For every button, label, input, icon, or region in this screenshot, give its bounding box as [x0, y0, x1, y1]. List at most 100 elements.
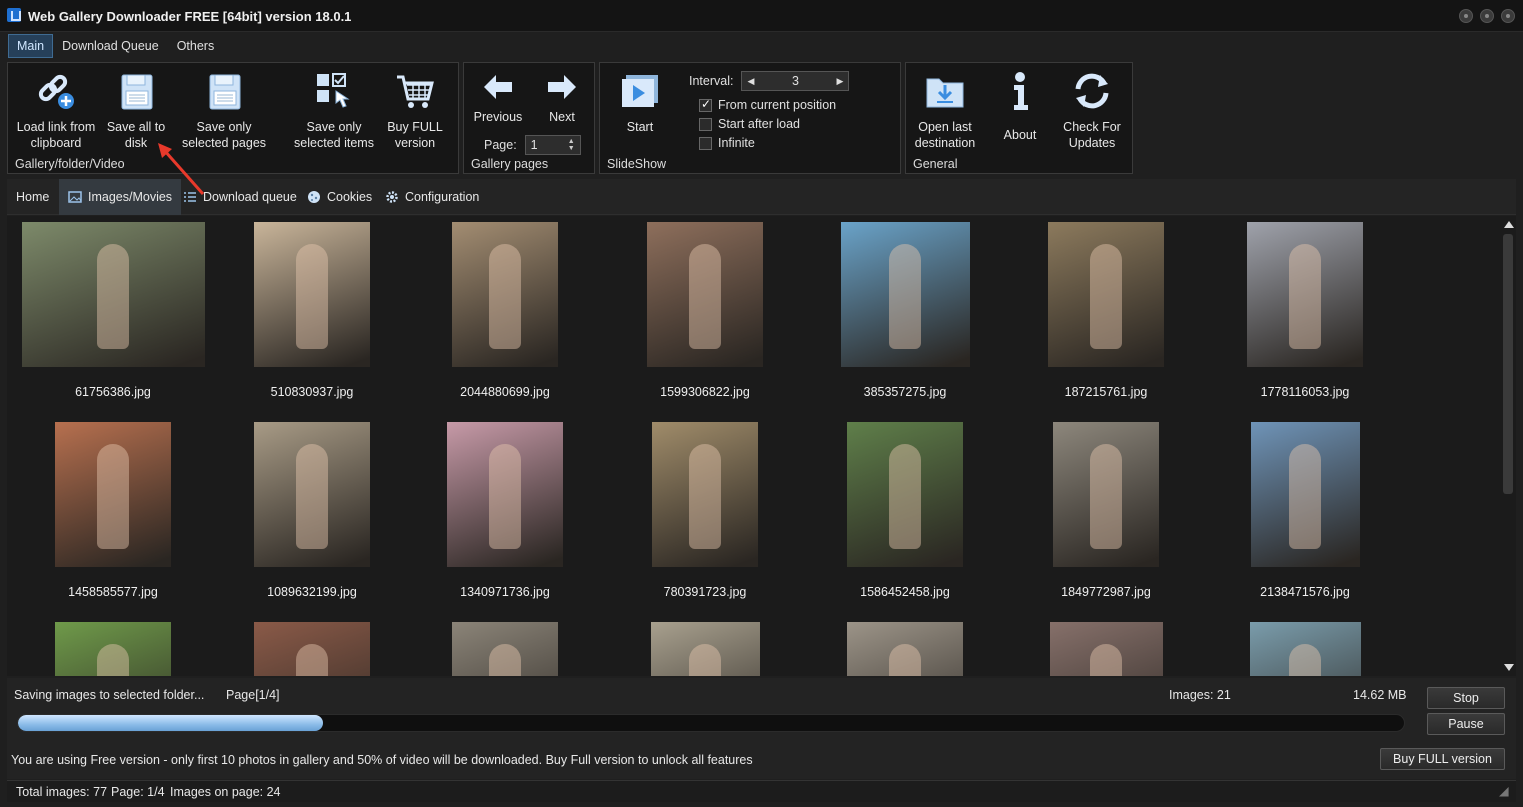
arrow-left-icon: [484, 75, 512, 99]
tab-home[interactable]: Home: [7, 179, 58, 215]
load-link-button[interactable]: Load link from clipboard: [12, 69, 100, 151]
open-last-destination-button[interactable]: Open last destination: [910, 69, 980, 151]
file-name: 510830937.jpg: [270, 385, 354, 399]
buy-full-button[interactable]: Buy FULL version: [382, 69, 448, 151]
tab-download-queue-label: Download queue: [203, 190, 297, 204]
pause-button[interactable]: Pause: [1427, 713, 1505, 735]
start-after-load-checkbox[interactable]: Start after load: [699, 117, 800, 131]
subject-silhouette: [889, 244, 921, 349]
refresh-icon: [1075, 73, 1109, 109]
saving-status: Saving images to selected folder...: [14, 688, 205, 702]
checkbox-unchecked[interactable]: [699, 117, 712, 131]
main-menu-tabs: Main Download Queue Others: [8, 34, 223, 58]
stop-button[interactable]: Stop: [1427, 687, 1505, 709]
minimize-button[interactable]: [1459, 9, 1473, 23]
photo-thumbnail[interactable]: [652, 422, 758, 567]
photo-thumbnail[interactable]: [847, 422, 963, 567]
photo-thumbnail[interactable]: [452, 622, 558, 676]
photo-thumbnail[interactable]: [847, 622, 963, 676]
decrement-arrow-icon[interactable]: ◀: [747, 76, 754, 87]
save-selected-items-label: Save only selected items: [294, 120, 374, 150]
slideshow-start-button[interactable]: Start: [610, 69, 670, 135]
photo-thumbnail[interactable]: [21, 222, 205, 367]
save-selected-pages-button[interactable]: Save only selected pages: [174, 69, 274, 151]
photo-thumbnail[interactable]: [1249, 622, 1361, 676]
tab-cookies[interactable]: Cookies: [298, 179, 381, 215]
infinite-checkbox[interactable]: Infinite: [699, 136, 755, 150]
subject-silhouette: [489, 444, 521, 549]
scroll-down-arrow-icon[interactable]: [1504, 664, 1514, 671]
cookie-icon: [308, 191, 320, 203]
photo-thumbnail[interactable]: [254, 422, 370, 567]
photo-thumbnail[interactable]: [840, 222, 970, 367]
checkbox-checked[interactable]: [699, 97, 712, 112]
ribbon-group-general: Open last destination About Check For Up…: [905, 62, 1133, 174]
photo-thumbnail[interactable]: [650, 622, 760, 676]
next-label: Next: [549, 110, 575, 124]
images-on-page: Images on page: 24: [170, 785, 281, 799]
resize-grip-icon[interactable]: ◢: [1499, 783, 1509, 798]
photo-thumbnail[interactable]: [452, 222, 558, 367]
buy-full-version-button[interactable]: Buy FULL version: [1380, 748, 1505, 770]
group-label-general: General: [913, 157, 958, 171]
total-images: Total images: 77: [16, 785, 108, 799]
photo-thumbnail[interactable]: [647, 222, 763, 367]
spinner-arrows-icon[interactable]: ▲ ▼: [568, 138, 575, 152]
tab-configuration[interactable]: Configuration: [376, 179, 488, 215]
save-selected-items-button[interactable]: Save only selected items: [284, 69, 384, 151]
status-panel: Saving images to selected folder... Page…: [7, 678, 1516, 779]
ribbon-group-pages: Previous Next Page: 1 ▲ ▼ Gallery pages: [463, 62, 595, 174]
photo-thumbnail[interactable]: [1250, 422, 1360, 567]
photo-thumbnail[interactable]: [1053, 422, 1159, 567]
page-indicator: Page: 1/4: [111, 785, 165, 799]
scroll-up-arrow-icon[interactable]: [1504, 221, 1514, 228]
maximize-button[interactable]: [1480, 9, 1494, 23]
photo-thumbnail[interactable]: [447, 422, 563, 567]
increment-arrow-icon[interactable]: ▶: [837, 76, 844, 87]
play-slideshow-icon: [622, 75, 658, 107]
photo-thumbnail[interactable]: [1048, 222, 1164, 367]
close-button[interactable]: [1501, 9, 1515, 23]
subject-silhouette: [296, 244, 328, 349]
tab-others[interactable]: Others: [168, 34, 224, 58]
photo-thumbnail[interactable]: [1049, 622, 1163, 676]
file-name: 780391723.jpg: [663, 585, 747, 599]
next-page-button[interactable]: Next: [540, 69, 584, 125]
folder-download-icon: [926, 78, 964, 108]
about-button[interactable]: About: [990, 69, 1050, 143]
page-selector: Page: 1 ▲ ▼: [484, 135, 581, 155]
tab-main[interactable]: Main: [8, 34, 54, 58]
from-current-label: From current position: [718, 98, 837, 112]
page-label: Page:: [484, 138, 517, 152]
save-all-label: Save all to disk: [106, 120, 166, 150]
list-icon: [184, 192, 196, 202]
photo-thumbnail[interactable]: [55, 622, 171, 676]
previous-page-button[interactable]: Previous: [472, 69, 524, 125]
checkbox-unchecked[interactable]: [699, 136, 712, 150]
subject-silhouette: [689, 444, 721, 549]
photo-thumbnail[interactable]: [254, 222, 370, 367]
tab-configuration-label: Configuration: [405, 190, 480, 204]
subject-silhouette: [489, 644, 521, 676]
photo-thumbnail[interactable]: [1247, 222, 1363, 367]
floppy-disk-icon: [121, 74, 153, 110]
interval-spinner[interactable]: ◀ 3 ▶: [741, 71, 850, 91]
ribbon-group-gallery: Load link from clipboard Save all to dis…: [7, 62, 459, 174]
download-size: 14.62 MB: [1353, 688, 1407, 702]
tab-download-queue-sub[interactable]: Download queue: [174, 179, 306, 215]
tab-download-queue[interactable]: Download Queue: [53, 34, 168, 58]
photo-thumbnail[interactable]: [55, 422, 171, 567]
tab-images-movies[interactable]: Images/Movies: [59, 179, 182, 215]
from-current-checkbox[interactable]: From current position: [699, 97, 837, 112]
save-all-button[interactable]: Save all to disk: [100, 69, 172, 151]
file-name: 1849772987.jpg: [1061, 585, 1151, 599]
photo-thumbnail[interactable]: [254, 622, 370, 676]
page-spinner[interactable]: 1 ▲ ▼: [524, 135, 581, 155]
scrollbar-thumb[interactable]: [1503, 234, 1513, 494]
gallery-scrollbar[interactable]: [1501, 216, 1516, 676]
check-updates-button[interactable]: Check For Updates: [1056, 69, 1128, 151]
content-tabs: Home Images/Movies Download queue Cookie…: [7, 179, 1516, 215]
free-version-notice: You are using Free version - only first …: [11, 753, 753, 767]
file-name: 1586452458.jpg: [860, 585, 950, 599]
group-label-slideshow: SlideShow: [607, 157, 667, 171]
